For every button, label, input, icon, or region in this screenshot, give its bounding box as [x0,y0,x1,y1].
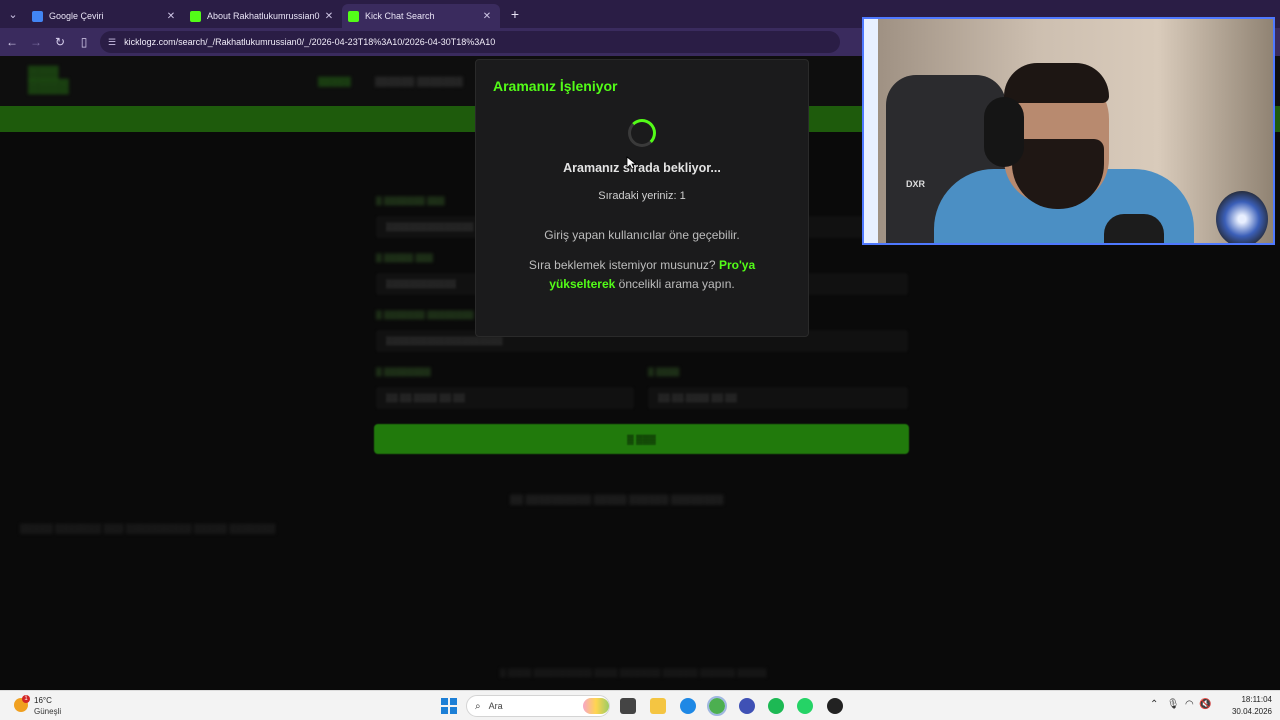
clock-date[interactable]: 30.04.2026 [1226,707,1272,716]
app-record-icon[interactable] [827,698,843,714]
mouse-cursor-icon [626,156,636,170]
page-note-blurred: ▓▓ ▓▓▓▓▓▓▓▓▓▓ ▓▓▓▓▓ ▓▓▓▓▓▓ ▓▓▓▓▓▓▓▓ [510,494,724,504]
whatsapp-icon[interactable] [797,698,813,714]
form-label-blurred: ▓ ▓▓▓▓▓ ▓▓▓ [376,253,433,262]
upsell-text-before: Sıra beklemek istemiyor musunuz? [528,258,716,272]
close-tab-icon[interactable]: ✕ [322,11,336,22]
chair-logo: DXR [906,179,926,189]
figurine [1216,191,1268,243]
back-arrow-icon[interactable]: ← [0,35,24,49]
page-note-blurred: ▓▓▓▓▓ ▓▓▓▓▓▓▓ ▓▓▓ ▓▓▓▓▓▓▓▓▓▓ ▓▓▓▓▓ ▓▓▓▓▓… [20,523,276,533]
upsell-message: Sıra beklemek istemiyor musunuz? Pro'ya … [516,256,768,294]
weather-badge: 1 [22,695,30,703]
tab-kick-chat-search[interactable]: Kick Chat Search ✕ [342,4,500,28]
kicklogz-favicon-icon [348,10,359,22]
nav-item-blurred: ▓▓▓▓▓ [318,76,351,86]
tab-search-chevron-icon[interactable]: ⌄ [0,0,26,28]
clock-time[interactable]: 18:11:04 [1232,695,1272,704]
streamer-hair [1004,63,1109,103]
start-date-field-blurred: ▓▓.▓▓.▓▓▓▓ ▓▓:▓▓ [376,387,634,409]
app-icon[interactable] [739,698,755,714]
webcam-side-strip [864,19,878,243]
weather-description[interactable]: Güneşli [34,707,61,716]
webcam-overlay: DXR [862,17,1275,245]
close-tab-icon[interactable]: ✕ [164,11,178,22]
loading-spinner-icon [628,119,656,147]
queue-status: Aramanız sırada bekliyor... [563,161,721,175]
end-date-field-blurred: ▓▓.▓▓.▓▓▓▓ ▓▓:▓▓ [648,387,908,409]
nav-item-blurred: ▓▓▓▓▓▓ ▓▓▓▓▓▓▓ [375,76,463,86]
microphone [1104,214,1164,243]
weather-temperature[interactable]: 16°C [34,696,52,705]
footer-blurred: ▓ ▓▓▓▓ ▓▓▓▓▓▓▓▓▓▓ ▓▓▓▓ ▓▓▓▓▓▓▓ ▓▓▓▓▓▓ ▓▓… [500,668,767,677]
tab-title: About Rakhatlukumrussian0 - V [207,11,322,21]
edge-browser-icon[interactable] [680,698,696,714]
form-label-blurred: ▓ ▓▓▓▓▓▓▓▓ [376,367,431,376]
reload-icon[interactable]: ↻ [48,35,72,49]
priority-note: Giriş yapan kullanıcılar öne geçebilir. [544,228,740,242]
site-logo: ▓▓▓ ▓▓▓▓ [28,64,69,93]
form-label-blurred: ▓ ▓▓▓▓ [648,367,680,376]
chrome-browser-icon[interactable] [707,696,727,716]
search-placeholder: Ara [488,701,503,711]
spotify-icon[interactable] [768,698,784,714]
wifi-icon[interactable]: ◠ [1185,699,1194,710]
file-explorer-icon[interactable] [650,698,666,714]
address-bar[interactable]: ☰ kicklogz.com/search/_/Rakhatlukumrussi… [100,31,840,53]
windows-taskbar: 1 16°C Güneşli ⌕ Ara ⌃ 🎙 ◠ 🔇 18:11:04 30… [0,690,1280,720]
forward-arrow-icon[interactable]: → [24,35,48,49]
site-info-icon[interactable]: ☰ [108,37,116,48]
tab-google-translate[interactable]: Google Çeviri ✕ [26,4,184,28]
google-translate-favicon-icon [32,10,43,22]
tab-title: Google Çeviri [49,11,104,21]
upsell-text-after: öncelikli arama yapın. [618,277,735,291]
kick-favicon-icon [190,10,201,22]
close-tab-icon[interactable]: ✕ [480,11,494,22]
queue-position: Sıradaki yeriniz: 1 [598,190,686,202]
form-label-blurred: ▓ ▓▓▓▓▓▓▓ ▓▓▓ [376,196,445,205]
tab-title: Kick Chat Search [365,11,435,21]
new-tab-plus-icon[interactable]: + [504,6,526,22]
tray-chevron-up-icon[interactable]: ⌃ [1150,699,1158,710]
search-processing-modal: Aramanız İşleniyor Aramanız sırada bekli… [475,59,809,337]
widgets-flowers-icon[interactable] [583,698,609,714]
microphone-icon[interactable]: 🎙 [1167,699,1180,710]
modal-title: Aramanız İşleniyor [493,78,618,94]
task-view-icon[interactable] [620,698,636,714]
headset [984,97,1024,167]
tab-about-user[interactable]: About Rakhatlukumrussian0 - V ✕ [184,4,342,28]
search-icon: ⌕ [475,700,481,712]
windows-start-icon[interactable] [441,698,457,714]
system-tray[interactable]: ⌃ 🎙 ◠ 🔇 [1150,699,1212,710]
url-text: kicklogz.com/search/_/Rakhatlukumrussian… [124,37,496,47]
sidebar-toggle-icon[interactable]: ▯ [72,35,96,49]
search-button-blurred: ▓ ▓▓▓ [374,424,909,454]
speaker-muted-icon[interactable]: 🔇 [1199,699,1211,710]
form-label-blurred: ▓ ▓▓▓▓▓▓▓ ▓▓▓▓▓▓▓▓ [376,310,474,319]
